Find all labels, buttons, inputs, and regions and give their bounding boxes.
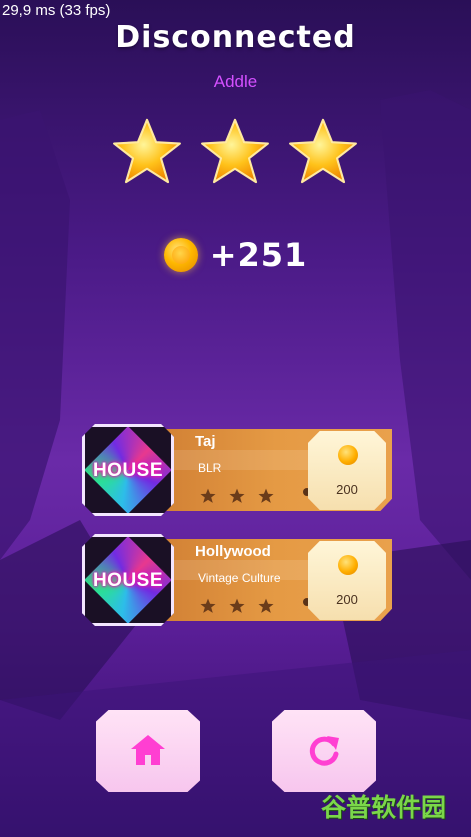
star-icon-3 [289, 118, 357, 184]
result-subtitle: Addle [213, 72, 258, 91]
rating-star-icon [258, 598, 274, 613]
song-rating [200, 598, 274, 614]
coin-reward: +251 [0, 236, 471, 274]
song-card-taj[interactable]: HOUSE Taj BLR 200 [82, 424, 395, 516]
rating-star-icon [229, 488, 245, 503]
coin-icon [338, 445, 358, 465]
price-value: 200 [336, 592, 358, 607]
rating-star-icon [200, 598, 216, 613]
star-icon-2 [201, 118, 269, 184]
result-stars [112, 117, 362, 192]
song-rating [200, 488, 274, 504]
thumbnail-label: HOUSE [92, 570, 164, 591]
song-card-hollywood[interactable]: HOUSE Hollywood Vintage Culture 200 [82, 534, 395, 626]
song-thumbnail[interactable]: HOUSE [82, 534, 174, 626]
price-value: 200 [336, 482, 358, 497]
coin-icon [163, 238, 198, 272]
fps-counter: 29,9 ms (33 fps) [2, 2, 111, 19]
replay-icon [309, 736, 339, 766]
star-icon-1 [113, 118, 181, 184]
replay-button[interactable] [272, 710, 376, 792]
home-icon [131, 735, 165, 765]
unlock-price-button[interactable]: 200 [308, 541, 386, 620]
result-title: Disconnected [115, 20, 356, 55]
coin-icon [338, 555, 358, 575]
song-thumbnail[interactable]: HOUSE [82, 424, 174, 516]
song-name: Hollywood [195, 543, 271, 560]
song-card-stripe [174, 450, 324, 470]
unlock-price-button[interactable]: 200 [308, 431, 386, 510]
home-button[interactable] [96, 710, 200, 792]
watermark-logo: 谷普软件园 [321, 793, 447, 822]
rating-star-icon [258, 488, 274, 503]
rating-star-icon [229, 598, 245, 613]
song-artist: BLR [198, 461, 222, 475]
thumbnail-label: HOUSE [92, 460, 164, 481]
song-artist: Vintage Culture [198, 571, 281, 585]
song-name: Taj [195, 433, 216, 450]
coin-reward-amount: +251 [209, 236, 308, 274]
rating-star-icon [200, 488, 216, 503]
